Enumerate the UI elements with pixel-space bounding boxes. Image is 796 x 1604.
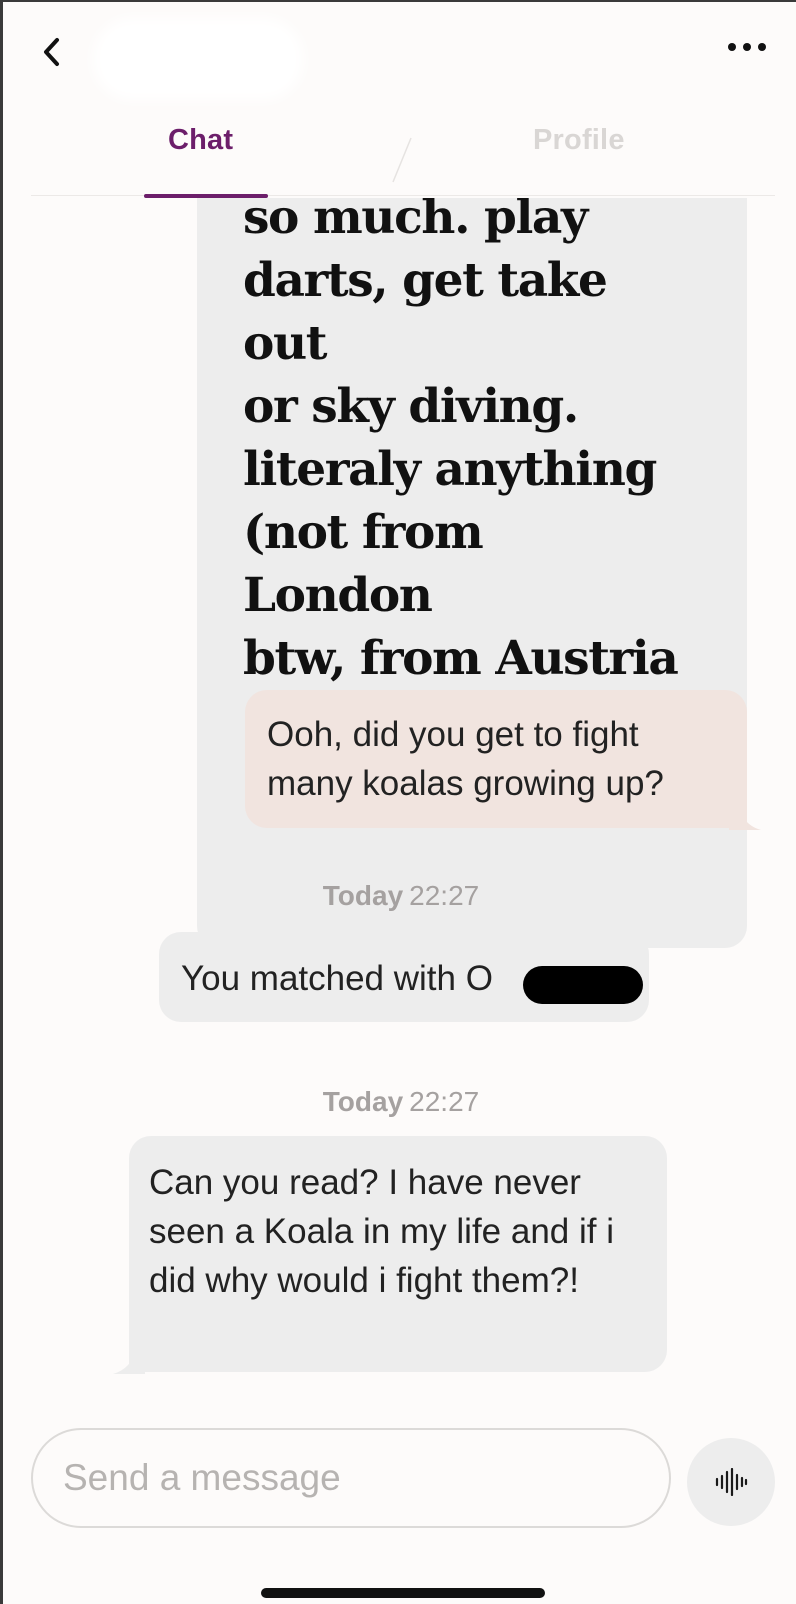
timestamp-time: 22:27 (409, 1086, 480, 1117)
timestamp-day: Today (322, 1086, 404, 1117)
tab-chat[interactable]: Chat (168, 124, 233, 157)
match-notice: You matched with O (159, 932, 649, 1022)
timestamp-day: Today (322, 880, 404, 911)
redacted-name (523, 966, 643, 1004)
composer-bar (3, 1376, 796, 1604)
chevron-left-icon (44, 38, 59, 66)
more-options-button[interactable] (725, 32, 769, 62)
message-input[interactable] (31, 1428, 671, 1528)
chat-screen: Chat Profile so much. play darts, get ta… (0, 0, 796, 1604)
received-message-text: Can you read? I have never seen a Koala … (149, 1163, 614, 1300)
sent-message-bubble[interactable]: Ooh, did you get to fight many koalas gr… (245, 690, 747, 828)
timestamp-time: 22:27 (409, 880, 480, 911)
voice-note-button[interactable] (687, 1438, 775, 1526)
received-message-bubble[interactable]: Can you read? I have never seen a Koala … (129, 1136, 667, 1372)
match-name-redacted (103, 28, 293, 90)
more-dots-icon (728, 43, 766, 51)
tab-profile[interactable]: Profile (533, 124, 625, 157)
timestamp: Today 22:27 (3, 880, 796, 912)
timestamp: Today 22:27 (3, 1086, 796, 1118)
tab-bar: Chat Profile (31, 110, 775, 198)
home-indicator[interactable] (261, 1588, 545, 1598)
received-bubble-tail (113, 1338, 145, 1374)
top-bar (3, 2, 796, 102)
prompt-answer-body: so much. play darts, get take out or sky… (243, 198, 679, 686)
prompt-answer-text: so much. play darts, get take out or sky… (243, 198, 683, 753)
sent-message-text: Ooh, did you get to fight many koalas gr… (267, 715, 664, 803)
tab-divider (392, 137, 412, 183)
voice-waveform-icon (715, 1468, 748, 1496)
sent-bubble-tail (729, 794, 761, 830)
message-list[interactable]: so much. play darts, get take out or sky… (3, 198, 796, 1376)
back-button[interactable] (31, 30, 71, 74)
